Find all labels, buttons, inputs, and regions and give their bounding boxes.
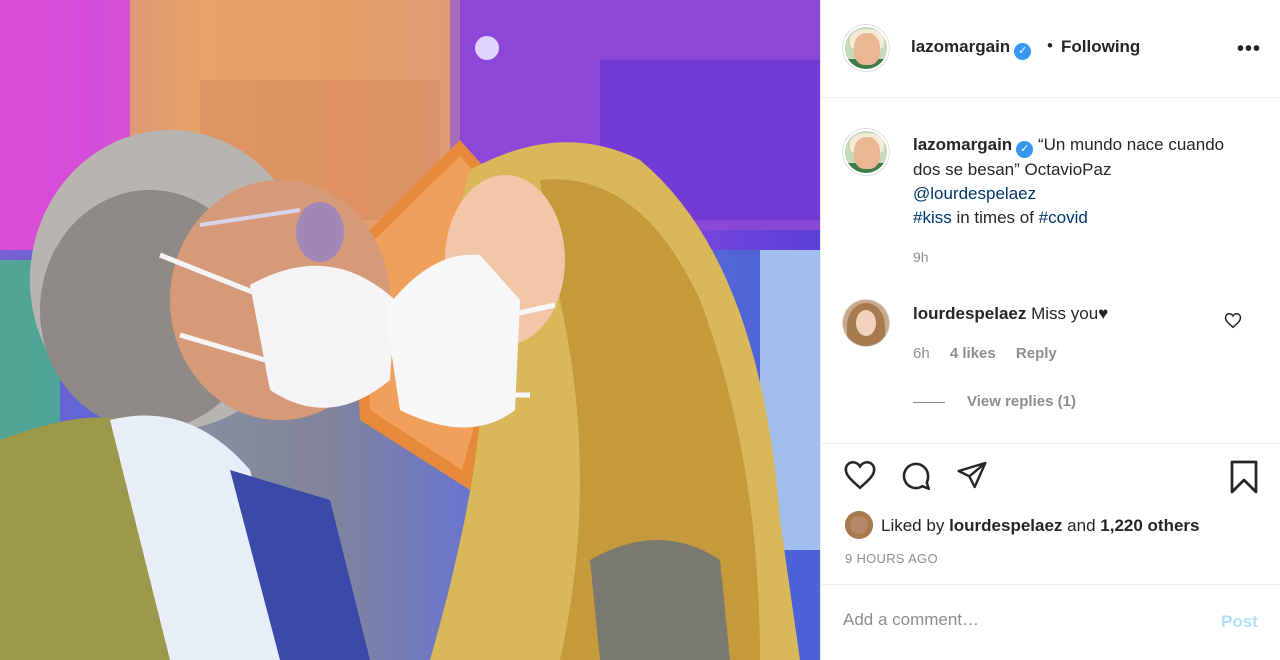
following-button[interactable]: Following [1061, 37, 1140, 57]
replies-divider [913, 401, 945, 403]
caption-time[interactable]: 9h [913, 249, 929, 265]
separator-dot: • [1047, 36, 1053, 55]
post-actions: Liked by lourdespelaez and 1,220 others … [821, 445, 1280, 585]
add-comment-bar: Post [821, 586, 1280, 660]
liked-by-others[interactable]: 1,220 others [1100, 516, 1199, 535]
reply-button[interactable]: Reply [1016, 345, 1057, 362]
more-dots-icon[interactable]: ••• [1237, 38, 1261, 61]
like-heart-icon[interactable] [843, 459, 877, 491]
comment-likes[interactable]: 4 likes [950, 345, 996, 362]
author-username-text[interactable]: lazomargain [911, 37, 1010, 56]
caption-hashtag-covid[interactable]: #covid [1039, 208, 1088, 227]
view-replies-button[interactable]: View replies (1) [913, 393, 1076, 410]
liked-by-prefix: Liked by [881, 516, 945, 535]
liked-by-and: and [1067, 516, 1096, 535]
comments-section: lazomargain ✓ “Un mundo nace cuando dos s… [821, 99, 1280, 444]
caption-hashtag-kiss[interactable]: #kiss [913, 208, 952, 227]
caption-author-avatar[interactable] [843, 129, 889, 175]
verified-badge-icon: ✓ [1014, 43, 1032, 60]
liker-avatar[interactable] [845, 511, 873, 539]
author-username[interactable]: lazomargain ✓ [911, 37, 1032, 60]
comment-like-heart-icon[interactable] [1224, 312, 1242, 329]
author-avatar[interactable] [843, 25, 889, 71]
comment-time[interactable]: 6h [913, 345, 930, 362]
caption-mention[interactable]: @lourdespelaez [913, 184, 1036, 203]
post-photo[interactable] [0, 0, 820, 660]
post-comment-button[interactable]: Post [1221, 612, 1258, 632]
verified-badge-icon: ✓ [1016, 141, 1034, 158]
photo-illustration [0, 0, 820, 660]
caption: lazomargain ✓ “Un mundo nace cuando dos s… [913, 133, 1253, 230]
instagram-post: lazomargain ✓ • Following ••• lazomargain… [0, 0, 1280, 660]
share-direct-icon[interactable] [955, 459, 989, 491]
comment-meta: 6h 4 likes Reply [913, 345, 1073, 362]
caption-middle-text: in times of [951, 208, 1039, 227]
add-comment-input[interactable] [843, 610, 1183, 630]
avatar-face [856, 310, 876, 336]
comment-bubble-icon[interactable] [899, 459, 933, 493]
commenter-avatar[interactable] [843, 300, 889, 346]
avatar-face [854, 137, 880, 169]
save-bookmark-icon[interactable] [1229, 459, 1259, 495]
comment: lourdespelaez Miss you♥ [913, 304, 1108, 324]
avatar-face [854, 33, 880, 65]
post-header: lazomargain ✓ • Following ••• [821, 0, 1280, 98]
caption-username[interactable]: lazomargain [913, 135, 1012, 154]
post-side-panel: lazomargain ✓ • Following ••• lazomargain… [820, 0, 1280, 660]
post-timestamp[interactable]: 9 HOURS AGO [845, 551, 938, 566]
comment-text: Miss you♥ [1031, 304, 1109, 323]
comment-username[interactable]: lourdespelaez [913, 304, 1026, 323]
liked-by-summary: Liked by lourdespelaez and 1,220 others [845, 511, 1200, 539]
view-replies-label[interactable]: View replies (1) [967, 393, 1076, 410]
liked-by-user[interactable]: lourdespelaez [949, 516, 1062, 535]
